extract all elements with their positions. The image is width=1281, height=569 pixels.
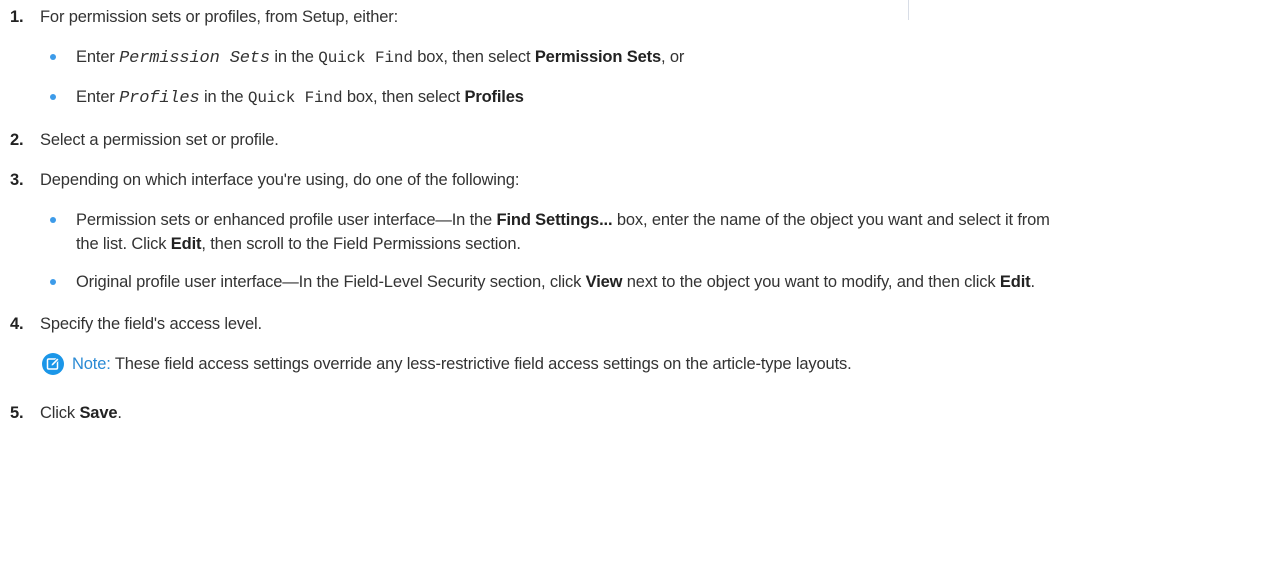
step-text: Specify the field's access level. bbox=[40, 315, 262, 333]
ui-label: Find Settings... bbox=[496, 211, 613, 229]
field-name: Quick Find bbox=[318, 49, 413, 67]
ui-label: Permission Sets bbox=[534, 48, 661, 66]
step-3: 3. Depending on which interface you're u… bbox=[0, 168, 1281, 192]
bullet-dot bbox=[50, 217, 56, 223]
step-4-note: Note: These field access settings overri… bbox=[0, 352, 1281, 376]
step-5: 5. Click Save. bbox=[0, 401, 1281, 425]
step-text: Depending on which interface you're usin… bbox=[40, 171, 520, 189]
step-2: 2. Select a permission set or profile. bbox=[0, 128, 1281, 152]
step-number: 4. bbox=[10, 315, 24, 333]
ui-label: Edit bbox=[170, 235, 202, 253]
note-callout: Note: These field access settings overri… bbox=[40, 352, 1281, 376]
bullet-item: Enter Profiles in the Quick Find box, th… bbox=[40, 85, 1281, 109]
bullet-item: Original profile user interface—In the F… bbox=[40, 270, 1281, 294]
bullet-list: Enter Permission Sets in the Quick Find … bbox=[40, 45, 1281, 109]
field-name: Quick Find bbox=[247, 89, 343, 107]
ui-label: Save bbox=[79, 404, 118, 422]
bullet-dot bbox=[50, 279, 56, 285]
step-text: For permission sets or profiles, from Se… bbox=[40, 8, 399, 26]
ui-label: Profiles bbox=[464, 88, 524, 106]
bullet-item: Permission sets or enhanced profile user… bbox=[40, 208, 1281, 256]
step-number: 5. bbox=[10, 404, 24, 422]
step-3-bullets: Permission sets or enhanced profile user… bbox=[0, 208, 1281, 294]
step-4: 4. Specify the field's access level. bbox=[0, 312, 1281, 336]
code-text: Profiles bbox=[119, 89, 200, 108]
ui-label: Edit bbox=[999, 273, 1031, 291]
bullet-item: Enter Permission Sets in the Quick Find … bbox=[40, 45, 1281, 69]
bullet-list: Permission sets or enhanced profile user… bbox=[40, 208, 1281, 294]
code-text: Permission Sets bbox=[119, 49, 270, 68]
note-text: These field access settings override any… bbox=[110, 355, 852, 373]
note-label: Note: bbox=[72, 355, 111, 373]
bullet-dot bbox=[50, 94, 56, 100]
step-number: 2. bbox=[10, 131, 24, 149]
bullet-dot bbox=[50, 54, 56, 60]
step-number: 3. bbox=[10, 171, 24, 189]
step-1: 1. For permission sets or profiles, from… bbox=[0, 5, 1281, 29]
ui-label: View bbox=[585, 273, 623, 291]
step-number: 1. bbox=[10, 8, 24, 26]
step-1-bullets: Enter Permission Sets in the Quick Find … bbox=[0, 45, 1281, 109]
steps-list: 1. For permission sets or profiles, from… bbox=[0, 5, 1281, 425]
help-document: 1. For permission sets or profiles, from… bbox=[0, 0, 1281, 569]
step-text: Select a permission set or profile. bbox=[40, 131, 279, 149]
edit-note-icon bbox=[42, 353, 64, 375]
